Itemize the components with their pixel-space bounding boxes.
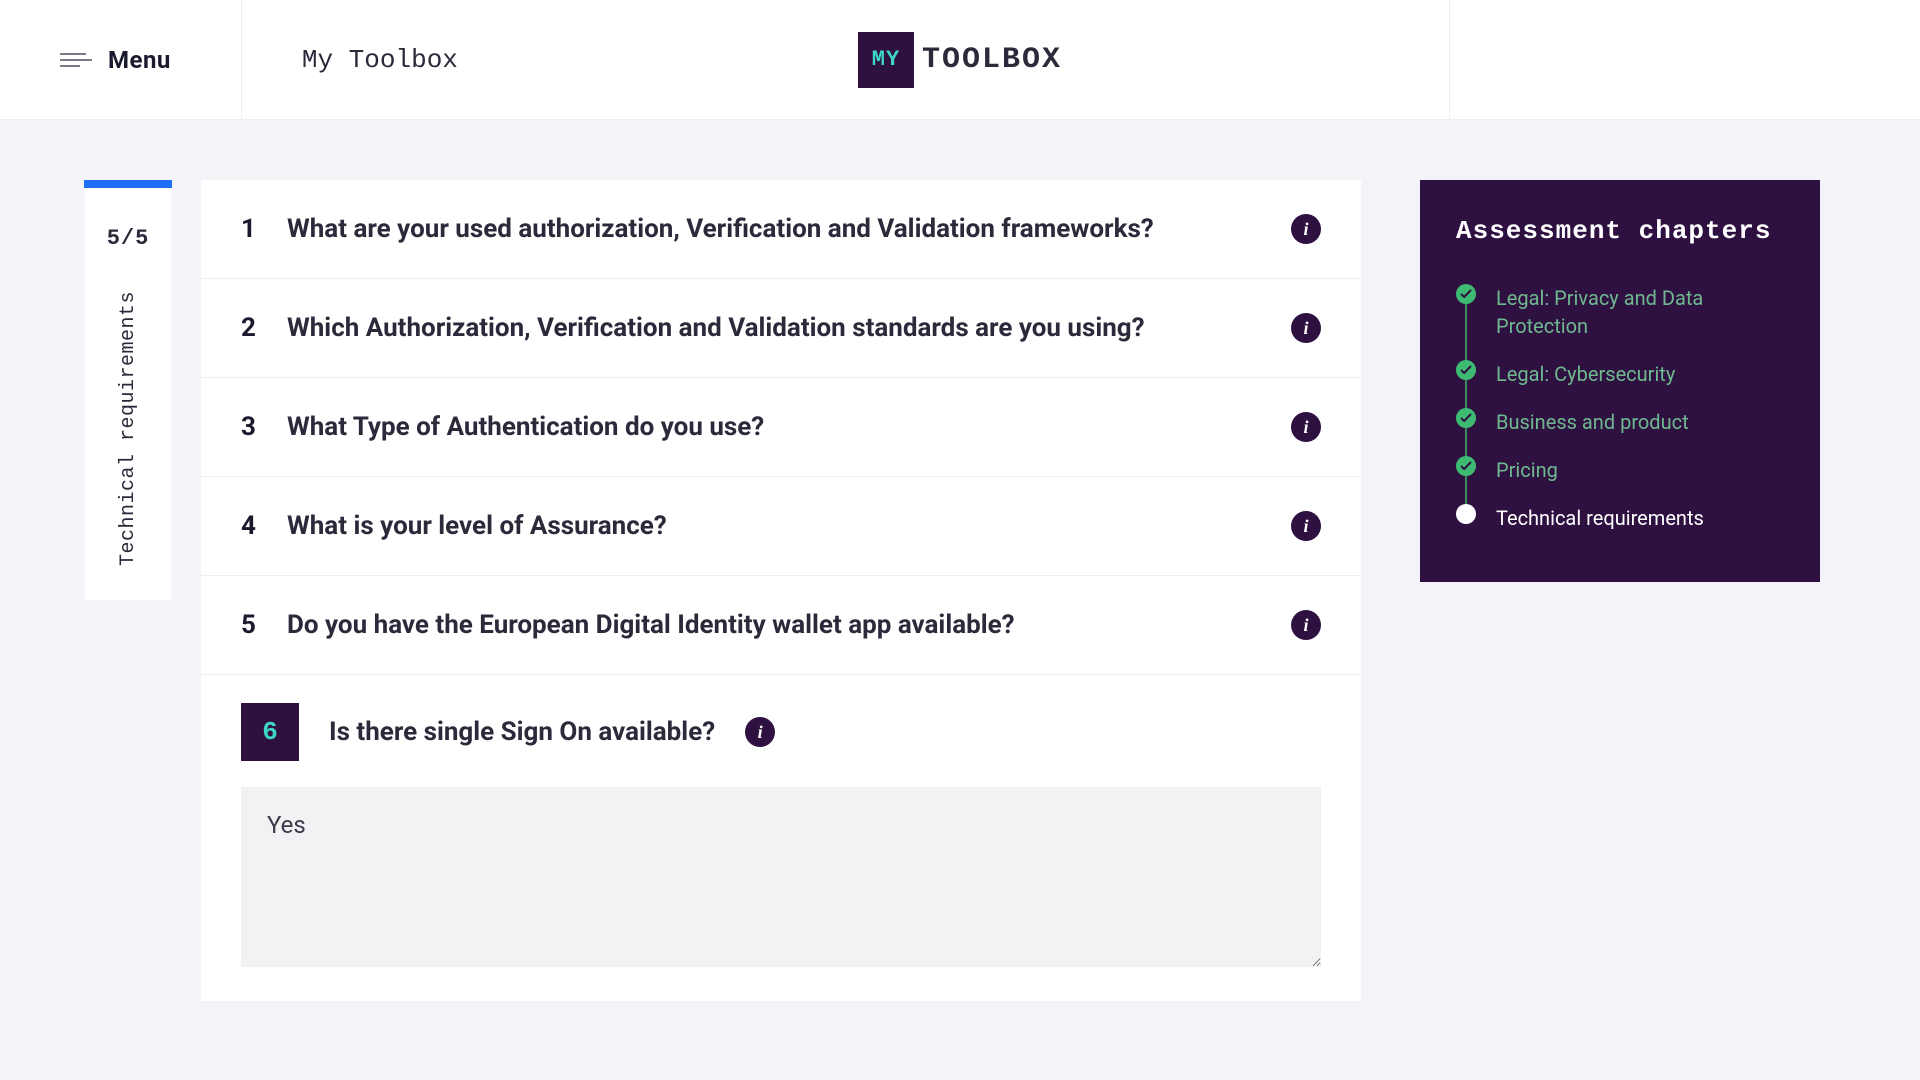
chapter-list: Legal: Privacy and Data Protection Legal… [1456,274,1784,542]
app-logo[interactable]: MY TOOLBOX [858,32,1062,88]
progress-count: 5/5 [107,226,150,251]
chapter-label: Technical requirements [1496,504,1704,532]
question-number: 1 [241,214,259,244]
chapters-sidebar: Assessment chapters Legal: Privacy and D… [1420,180,1820,582]
info-icon[interactable]: i [1291,214,1321,244]
question-number: 5 [241,610,259,640]
question-text: Which Authorization, Verification and Va… [287,313,1263,343]
info-icon[interactable]: i [1291,313,1321,343]
check-icon [1456,284,1476,304]
question-number: 4 [241,511,259,541]
current-dot-icon [1456,504,1476,524]
question-item-4[interactable]: 4 What is your level of Assurance? i [201,477,1361,576]
question-text: What Type of Authentication do you use? [287,412,1263,442]
info-icon[interactable]: i [745,717,775,747]
chapter-label: Business and product [1496,408,1689,436]
check-icon [1456,360,1476,380]
info-icon[interactable]: i [1291,511,1321,541]
chapter-item-legal-cyber[interactable]: Legal: Cybersecurity [1456,350,1784,398]
chapters-title: Assessment chapters [1456,216,1784,246]
progress-label: Technical requirements [117,291,140,566]
question-number: 2 [241,313,259,343]
question-text: Do you have the European Digital Identit… [287,610,1263,640]
question-item-5[interactable]: 5 Do you have the European Digital Ident… [201,576,1361,675]
info-icon[interactable]: i [1291,610,1321,640]
check-icon [1456,456,1476,476]
check-icon [1456,408,1476,428]
progress-bar [84,180,172,188]
info-icon[interactable]: i [1291,412,1321,442]
logo-badge: MY [858,32,914,88]
question-number-active: 6 [241,703,299,761]
chapter-label: Legal: Privacy and Data Protection [1496,284,1784,340]
main-content: 5/5 Technical requirements 1 What are yo… [0,120,1920,1001]
app-header: Menu My Toolbox MY TOOLBOX [0,0,1920,120]
header-divider-right [1449,0,1450,119]
question-item-3[interactable]: 3 What Type of Authentication do you use… [201,378,1361,477]
progress-tab: 5/5 Technical requirements [85,180,171,600]
hamburger-icon [60,53,92,67]
question-item-2[interactable]: 2 Which Authorization, Verification and … [201,279,1361,378]
answer-textarea[interactable] [241,787,1321,967]
question-text: What is your level of Assurance? [287,511,1263,541]
chapter-item-business[interactable]: Business and product [1456,398,1784,446]
chapter-item-legal-privacy[interactable]: Legal: Privacy and Data Protection [1456,274,1784,350]
question-text: What are your used authorization, Verifi… [287,214,1263,244]
logo-text: TOOLBOX [922,43,1062,77]
question-item-1[interactable]: 1 What are your used authorization, Veri… [201,180,1361,279]
chapter-item-technical[interactable]: Technical requirements [1456,494,1784,542]
chapter-label: Legal: Cybersecurity [1496,360,1675,388]
chapter-label: Pricing [1496,456,1558,484]
menu-button[interactable]: Menu [60,46,171,74]
chapter-item-pricing[interactable]: Pricing [1456,446,1784,494]
header-divider [241,0,242,120]
menu-label: Menu [108,46,171,74]
question-number: 3 [241,412,259,442]
question-text-active: Is there single Sign On available? [329,717,715,747]
question-panel: 1 What are your used authorization, Veri… [201,180,1361,1001]
breadcrumb[interactable]: My Toolbox [302,45,458,75]
question-item-active: 6 Is there single Sign On available? i [201,675,1361,1001]
